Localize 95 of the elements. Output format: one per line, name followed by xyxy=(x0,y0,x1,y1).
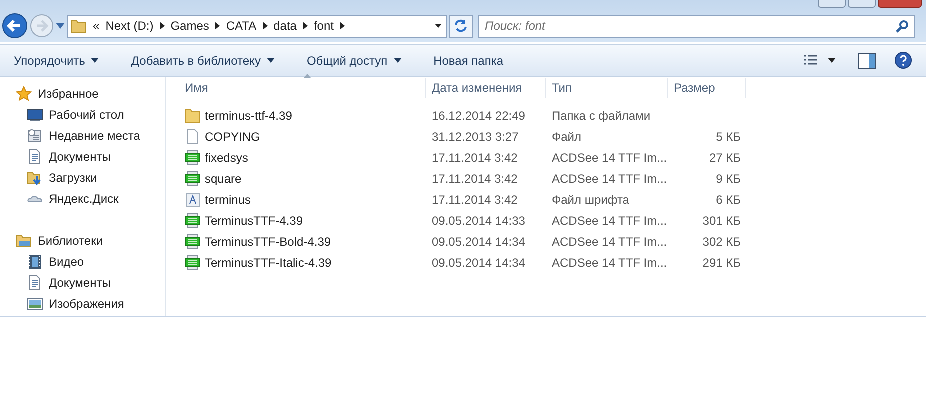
font-file-icon xyxy=(185,170,201,186)
date-cell: 09.05.2014 14:34 xyxy=(432,256,526,270)
date-cell: 16.12.2014 22:49 xyxy=(432,108,526,122)
size-cell: 9 КБ xyxy=(716,172,741,186)
font-file-icon xyxy=(185,192,201,208)
sidebar-item[interactable]: Яндекс.Диск xyxy=(0,188,165,209)
file-name[interactable]: fixedsys xyxy=(205,148,248,166)
type-cell: Файл xyxy=(552,130,582,144)
refresh-button[interactable] xyxy=(449,14,473,38)
type-cell: ACDSee 14 TTF Im... xyxy=(552,150,668,164)
search-field[interactable]: Поиск: font xyxy=(478,14,915,38)
dropdown-icon xyxy=(91,58,100,63)
chevron-icon xyxy=(340,22,345,30)
type-cell: ACDSee 14 TTF Im... xyxy=(552,172,668,186)
document-icon xyxy=(27,274,43,290)
date-cell: 09.05.2014 14:33 xyxy=(432,214,526,228)
help-icon[interactable] xyxy=(895,52,912,69)
sort-arrow-icon xyxy=(304,74,311,78)
film-icon xyxy=(27,254,43,270)
chevron-icon xyxy=(262,22,268,30)
sidebar-item[interactable]: Недавние места xyxy=(0,125,165,146)
size-cell: 302 КБ xyxy=(702,234,741,248)
download-folder-icon xyxy=(27,170,43,186)
breadcrumb[interactable]: Next (D:) xyxy=(106,17,154,35)
maximize-button[interactable] xyxy=(848,0,876,8)
sidebar-item[interactable]: Изображения xyxy=(0,293,165,314)
monitor-icon xyxy=(27,106,43,122)
file-name[interactable]: terminus-ttf-4.39 xyxy=(205,106,292,124)
date-cell: 09.05.2014 14:34 xyxy=(432,234,526,248)
file-icon xyxy=(185,128,201,144)
column-header[interactable]: Размер xyxy=(668,78,746,98)
search-icon xyxy=(896,20,909,32)
column-header[interactable]: Тип xyxy=(546,78,668,98)
back-icon[interactable] xyxy=(2,13,28,39)
dropdown-icon[interactable] xyxy=(828,58,836,63)
view-options-icon[interactable] xyxy=(803,54,819,68)
address-bar[interactable]: « Next (D:) Games CATA data font xyxy=(67,14,447,38)
toolbar-button[interactable]: Добавить в библиотеку xyxy=(123,48,283,72)
toolbar-button[interactable]: Упорядочить xyxy=(6,48,108,72)
font-file-icon xyxy=(185,234,201,250)
type-cell: Файл шрифта xyxy=(552,192,630,206)
breadcrumb[interactable]: data xyxy=(274,17,297,35)
breadcrumb[interactable]: Games xyxy=(170,17,210,35)
dropdown-icon xyxy=(266,58,275,63)
type-cell: ACDSee 14 TTF Im... xyxy=(552,234,668,248)
date-cell: 17.11.2014 3:42 xyxy=(432,192,518,206)
library-icon xyxy=(16,232,32,248)
star-icon xyxy=(16,86,32,102)
recent-places-icon xyxy=(27,128,43,144)
file-name[interactable]: TerminusTTF-Bold-4.39 xyxy=(205,232,332,250)
folder-icon xyxy=(185,108,201,124)
preview-pane-icon[interactable] xyxy=(858,52,876,68)
sidebar-group[interactable]: Библиотеки xyxy=(0,230,165,251)
sidebar-item[interactable]: Загрузки xyxy=(0,167,165,188)
chevron-icon xyxy=(215,22,220,30)
file-name[interactable]: COPYING xyxy=(205,128,260,146)
breadcrumb[interactable]: font xyxy=(314,17,334,35)
dropdown-icon xyxy=(394,58,402,63)
column-header[interactable]: Дата изменения xyxy=(426,78,546,98)
font-file-icon xyxy=(185,150,201,166)
minimize-button[interactable] xyxy=(818,0,846,8)
breadcrumb[interactable]: CATA xyxy=(226,17,257,35)
column-header[interactable]: Имя xyxy=(166,78,426,98)
font-file-icon xyxy=(185,254,201,270)
date-cell: 17.11.2014 3:42 xyxy=(432,150,518,164)
toolbar-button[interactable]: Общий доступ xyxy=(298,48,410,72)
size-cell: 5 КБ xyxy=(716,130,741,144)
chevron-icon xyxy=(302,22,308,30)
refresh-icon xyxy=(454,19,468,33)
dropdown-icon[interactable] xyxy=(435,24,442,28)
sidebar-item[interactable]: Документы xyxy=(0,272,165,293)
file-name[interactable]: TerminusTTF-Italic-4.39 xyxy=(205,254,332,272)
type-cell: ACDSee 14 TTF Im... xyxy=(552,256,668,270)
file-name[interactable]: square xyxy=(205,170,242,188)
folder-icon xyxy=(71,18,87,34)
size-cell: 291 КБ xyxy=(702,256,741,270)
file-name[interactable]: terminus xyxy=(205,190,252,208)
size-cell: 6 КБ xyxy=(716,192,741,206)
toolbar-button[interactable]: Новая папка xyxy=(426,48,512,72)
file-name[interactable]: TerminusTTF-4.39 xyxy=(205,212,304,230)
overflow-chevron[interactable]: « xyxy=(93,17,100,35)
document-icon xyxy=(27,148,43,164)
sidebar-item[interactable]: Рабочий стол xyxy=(0,104,165,125)
chevron-icon xyxy=(160,22,165,30)
date-cell: 17.11.2014 3:42 xyxy=(432,172,518,186)
date-cell: 31.12.2013 3:27 xyxy=(432,130,519,144)
sidebar-item[interactable]: Видео xyxy=(0,251,165,272)
sidebar-item[interactable]: Документы xyxy=(0,146,165,167)
size-cell: 301 КБ xyxy=(702,214,741,228)
type-cell: Папка с файлами xyxy=(552,108,651,122)
size-cell: 27 КБ xyxy=(709,150,741,164)
image-icon xyxy=(27,296,43,312)
type-cell: ACDSee 14 TTF Im... xyxy=(552,214,668,228)
font-file-icon xyxy=(185,212,201,228)
sidebar-group[interactable]: Избранное xyxy=(0,83,165,104)
